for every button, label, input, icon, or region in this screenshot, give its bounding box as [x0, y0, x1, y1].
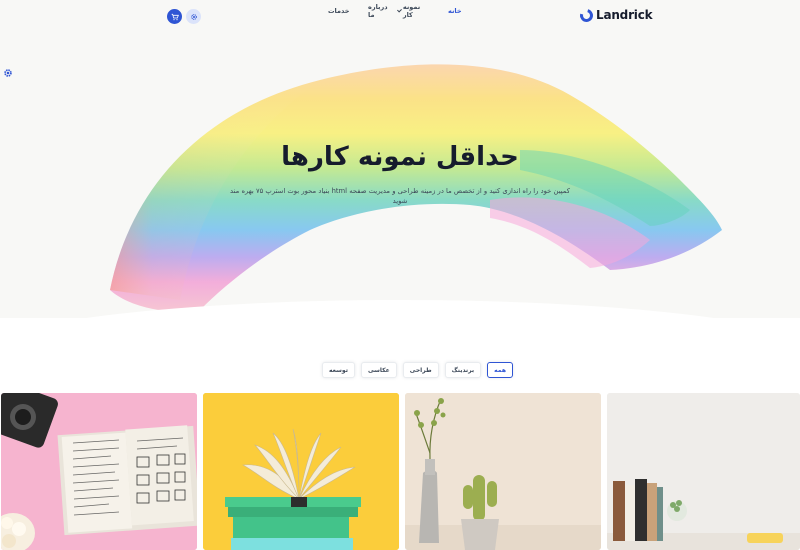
- cart-button[interactable]: [167, 9, 182, 24]
- vase-cactus-photo: [405, 393, 601, 550]
- portfolio-filters: توسعه عکاسی طراحی برندینگ همه: [322, 362, 513, 378]
- chevron-down-icon: [397, 7, 402, 13]
- menu-item-home[interactable]: خانه: [448, 7, 462, 15]
- portfolio-item[interactable]: [203, 393, 399, 550]
- cart-icon: [171, 13, 179, 20]
- filter-branding[interactable]: برندینگ: [444, 362, 482, 378]
- hero-title: حداقل نمونه کارها: [281, 142, 519, 172]
- brand-logo[interactable]: Landrick: [577, 6, 653, 24]
- settings-button[interactable]: [186, 9, 201, 24]
- filter-all[interactable]: همه: [487, 362, 513, 378]
- menu-item-services[interactable]: خدمات: [328, 7, 349, 15]
- brand-name: Landrick: [596, 8, 653, 22]
- portfolio-item[interactable]: [405, 393, 601, 550]
- menu-item-portfolio[interactable]: نمونه کار: [397, 3, 421, 19]
- logo-icon: [577, 6, 596, 24]
- portfolio-grid: [0, 393, 800, 550]
- filter-photography[interactable]: عکاسی: [360, 362, 397, 378]
- hero-subtitle: کمپین خود را راه اندازی کنید و از تخصص م…: [230, 187, 570, 205]
- gear-icon[interactable]: [3, 68, 13, 78]
- portfolio-item[interactable]: [607, 393, 800, 550]
- open-book-yellow-photo: [203, 393, 399, 550]
- rainbow-brush-illustration: [110, 64, 722, 312]
- filter-design[interactable]: طراحی: [402, 362, 439, 378]
- menu-item-about[interactable]: درباره ما: [368, 3, 388, 19]
- filter-development[interactable]: توسعه: [322, 362, 355, 378]
- notebook-camera-photo: [1, 393, 197, 550]
- hero-section: حداقل نمونه کارها کمپین خود را راه انداز…: [0, 0, 800, 318]
- settings-icon: [190, 13, 197, 20]
- menu-item-portfolio-label: نمونه کار: [402, 3, 421, 19]
- navbar: خدمات درباره ما نمونه کار خانه Landrick: [0, 0, 800, 34]
- books-shelf-photo: [607, 393, 800, 550]
- portfolio-item[interactable]: [1, 393, 197, 550]
